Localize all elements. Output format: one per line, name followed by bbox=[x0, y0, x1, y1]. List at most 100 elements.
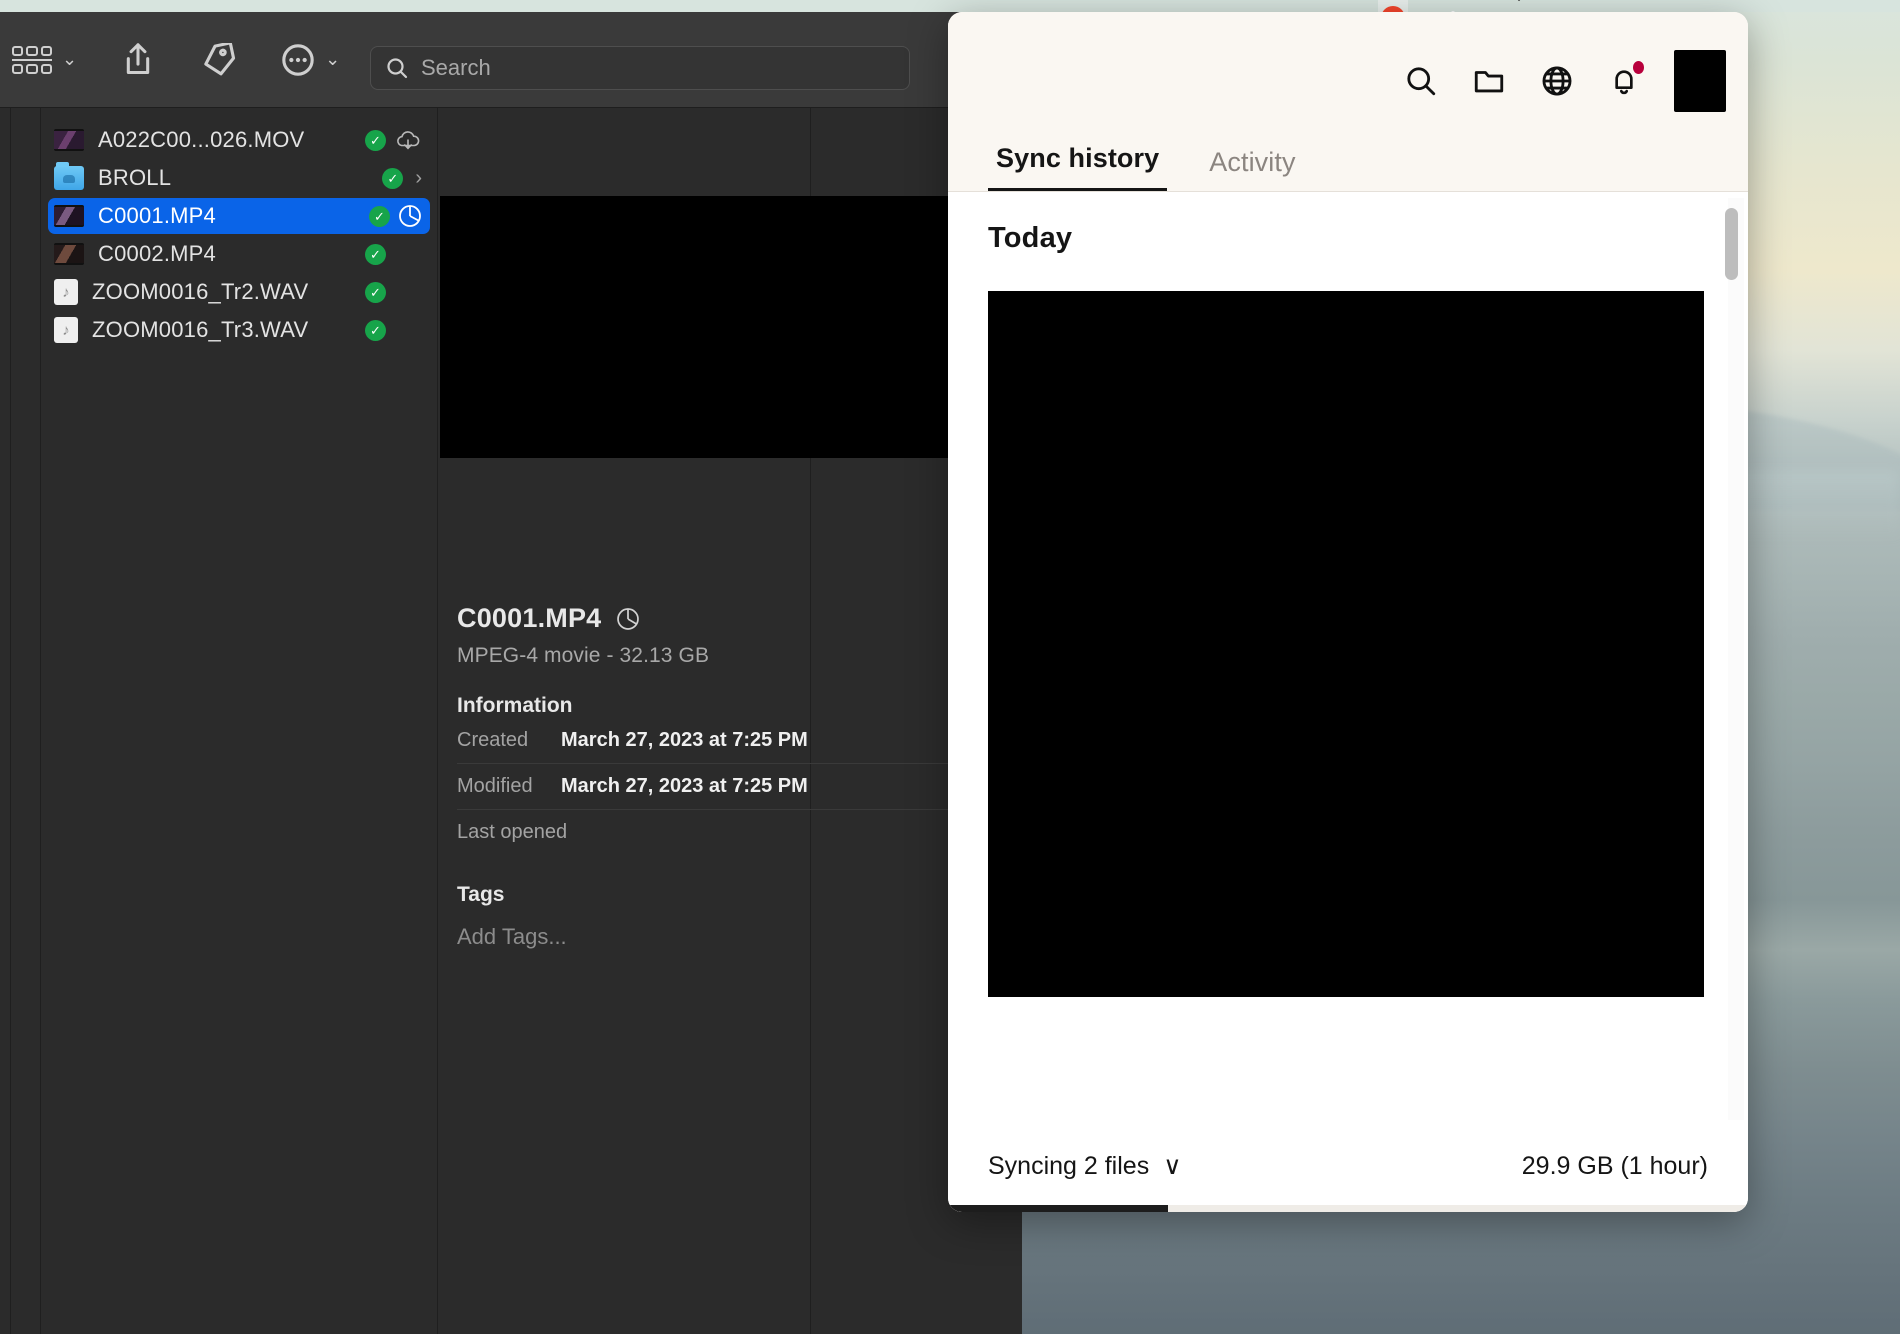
preview-pane: C0001.MP4 MPEG-4 movie - 32.13 GB Inform… bbox=[440, 108, 1022, 1334]
globe-icon[interactable] bbox=[1540, 64, 1574, 98]
menu-bar-dropbox-icon[interactable]: ◆ bbox=[1506, 0, 1532, 12]
avatar[interactable] bbox=[1674, 50, 1726, 112]
finder-window: ⌄ ⌄ bbox=[0, 12, 1022, 1334]
file-name: C0001.MP4 bbox=[98, 203, 369, 229]
chevron-down-icon: ∨ bbox=[1163, 1151, 1181, 1181]
column-divider-3 bbox=[437, 108, 438, 1334]
scrollbar-track[interactable] bbox=[1728, 198, 1744, 1120]
menu-bar-battery-icon[interactable]: ▬ bbox=[1316, 0, 1342, 12]
transfer-remaining-label: 29.9 GB (1 hour) bbox=[1522, 1152, 1708, 1181]
shared-folder-icon bbox=[54, 166, 84, 190]
menu-bar-battery-glyph: ▬ bbox=[1316, 0, 1342, 2]
menu-bar-user-glyph: ♟ bbox=[1254, 0, 1280, 2]
search-input[interactable]: Search bbox=[370, 46, 910, 90]
finder-body: A022C00...026.MOV ✓ BROLL ✓ › C0001.MP4 bbox=[0, 108, 1022, 1334]
menu-bar-chrome-icon[interactable] bbox=[1444, 0, 1470, 12]
share-icon bbox=[121, 42, 155, 78]
scrollbar-thumb[interactable] bbox=[1725, 208, 1738, 280]
menu-bar-battery-status-icon[interactable]: ▭ bbox=[1754, 0, 1780, 12]
file-row-mov[interactable]: A022C00...026.MOV ✓ bbox=[48, 122, 430, 158]
dropbox-panel: Sync history Activity Today Syncing 2 fi… bbox=[948, 12, 1748, 1212]
file-info: C0001.MP4 MPEG-4 movie - 32.13 GB Inform… bbox=[457, 603, 1017, 950]
menu-bar-wifi-icon[interactable]: ▼ bbox=[1630, 0, 1656, 12]
screen: ♟ ▬ 36 ◆ “” ▼ ◠ ▭ ⌄ bbox=[0, 0, 1900, 1334]
sync-ok-badge: ✓ bbox=[369, 206, 390, 227]
dropbox-footer: Syncing 2 files ∨ 29.9 GB (1 hour) bbox=[948, 1120, 1748, 1212]
file-row-folder-broll[interactable]: BROLL ✓ › bbox=[48, 160, 430, 196]
sync-ok-badge: ✓ bbox=[365, 282, 386, 303]
chevron-down-icon-more: ⌄ bbox=[325, 49, 340, 70]
dropbox-tabs: Sync history Activity bbox=[988, 143, 1304, 192]
search-icon[interactable] bbox=[1404, 64, 1438, 98]
page-title: C0001.MP4 bbox=[457, 603, 601, 634]
sync-ok-badge: ✓ bbox=[365, 320, 386, 341]
today-heading: Today bbox=[948, 192, 1748, 255]
tags-button[interactable] bbox=[199, 43, 237, 77]
cloud-download-icon[interactable] bbox=[394, 129, 422, 151]
menu-bar-user-icon[interactable]: ♟ bbox=[1254, 0, 1280, 12]
menu-bar-cc-glyph: ◠ bbox=[1692, 0, 1718, 2]
file-row-wav-tr2[interactable]: ♪ ZOOM0016_Tr2.WAV ✓ bbox=[48, 274, 430, 310]
folder-icon[interactable] bbox=[1472, 64, 1506, 98]
chevron-right-icon[interactable]: › bbox=[415, 167, 422, 190]
dropbox-panel-header: Sync history Activity bbox=[948, 12, 1748, 192]
tags-heading: Tags bbox=[457, 883, 1017, 907]
tag-icon bbox=[199, 43, 237, 77]
audio-file-icon: ♪ bbox=[54, 317, 78, 343]
menu-bar-quotes-icon[interactable]: “” bbox=[1568, 0, 1594, 12]
sync-ok-badge: ✓ bbox=[382, 168, 403, 189]
bell-icon[interactable] bbox=[1608, 64, 1640, 98]
column-divider-1 bbox=[10, 108, 11, 1334]
sync-ok-badge: ✓ bbox=[365, 130, 386, 151]
ellipsis-circle-icon bbox=[281, 43, 315, 77]
sync-progress-bar bbox=[948, 1205, 1748, 1212]
info-row-created: Created March 27, 2023 at 7:25 PM bbox=[457, 718, 1017, 764]
preview-thumbnail bbox=[440, 196, 1022, 458]
video-thumbnail-icon bbox=[54, 129, 84, 151]
sync-item-preview[interactable] bbox=[988, 291, 1704, 997]
tags-section: Tags Add Tags... bbox=[457, 883, 1017, 950]
dropbox-actions bbox=[1404, 50, 1726, 112]
view-grid-icon bbox=[12, 46, 52, 74]
menu-bar-notification-count[interactable]: 36 bbox=[1378, 0, 1408, 12]
more-actions-button[interactable]: ⌄ bbox=[281, 43, 340, 77]
add-tags-input[interactable]: Add Tags... bbox=[457, 924, 1017, 950]
file-name: ZOOM0016_Tr2.WAV bbox=[92, 279, 365, 305]
menu-bar-dropbox-glyph: ◆ bbox=[1506, 0, 1532, 2]
view-options-button[interactable]: ⌄ bbox=[0, 46, 77, 74]
file-name: BROLL bbox=[98, 165, 382, 191]
menu-bar: ♟ ▬ 36 ◆ “” ▼ ◠ ▭ bbox=[0, 0, 1900, 12]
share-button[interactable] bbox=[121, 42, 155, 78]
video-thumbnail-icon bbox=[54, 243, 84, 265]
info-row-modified: Modified March 27, 2023 at 7:25 PM bbox=[457, 764, 1017, 810]
file-name: ZOOM0016_Tr3.WAV bbox=[92, 317, 365, 343]
file-name: A022C00...026.MOV bbox=[98, 127, 365, 153]
notification-badge-dot bbox=[1633, 61, 1644, 74]
menu-bar-wifi-glyph: ▼ bbox=[1630, 0, 1656, 2]
column-divider-2 bbox=[40, 108, 41, 1334]
search-placeholder: Search bbox=[421, 55, 491, 81]
file-name: C0002.MP4 bbox=[98, 241, 365, 267]
info-key: Modified bbox=[457, 775, 557, 798]
file-row-c0001[interactable]: C0001.MP4 ✓ bbox=[48, 198, 430, 234]
dropbox-sync-list: Today bbox=[948, 192, 1748, 1120]
file-row-c0002[interactable]: C0002.MP4 ✓ bbox=[48, 236, 430, 272]
info-key: Last opened bbox=[457, 821, 567, 844]
chevron-down-icon: ⌄ bbox=[62, 49, 77, 70]
info-value: March 27, 2023 at 7:25 PM bbox=[561, 775, 808, 798]
syncing-progress-icon bbox=[398, 204, 422, 228]
file-kind-size: MPEG-4 movie - 32.13 GB bbox=[457, 644, 1017, 668]
tab-sync-history[interactable]: Sync history bbox=[988, 143, 1167, 192]
file-row-wav-tr3[interactable]: ♪ ZOOM0016_Tr3.WAV ✓ bbox=[48, 312, 430, 348]
sync-progress-fill bbox=[948, 1205, 1168, 1212]
sync-ok-badge: ✓ bbox=[365, 244, 386, 265]
sync-status-button[interactable]: Syncing 2 files ∨ bbox=[988, 1151, 1182, 1181]
audio-file-icon: ♪ bbox=[54, 279, 78, 305]
syncing-progress-icon bbox=[615, 606, 641, 632]
menu-bar-control-center-icon[interactable]: ◠ bbox=[1692, 0, 1718, 12]
search-icon bbox=[385, 56, 409, 80]
info-key: Created bbox=[457, 729, 557, 752]
information-heading: Information bbox=[457, 694, 1017, 718]
tab-activity[interactable]: Activity bbox=[1201, 147, 1303, 192]
menu-bar-bs-glyph: ▭ bbox=[1754, 0, 1780, 2]
